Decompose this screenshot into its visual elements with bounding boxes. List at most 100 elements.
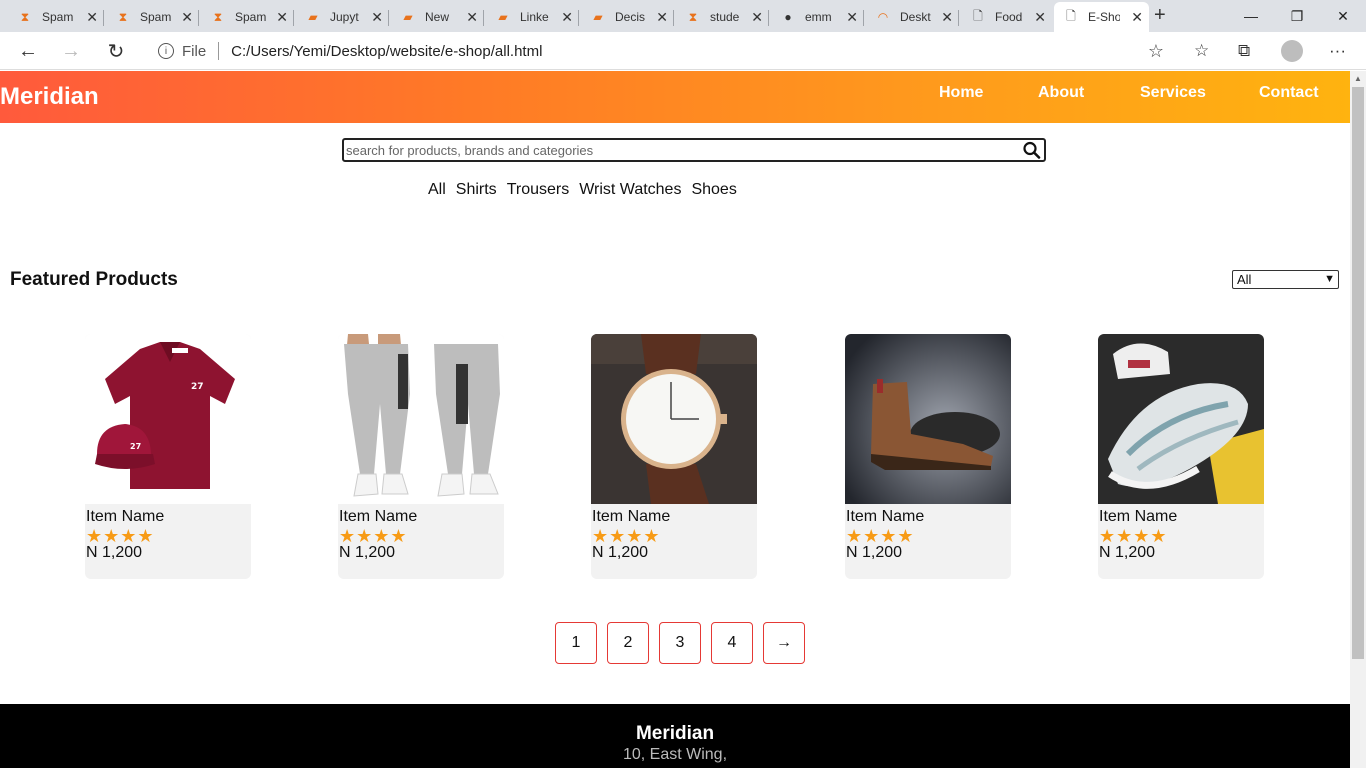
forward-icon[interactable]: → xyxy=(59,39,83,63)
product-card[interactable]: Item Name ★★★★ N 1,200 xyxy=(338,334,504,579)
browser-tab[interactable]: ⧗ Spam ✕ xyxy=(199,2,294,32)
product-price: N 1,200 xyxy=(86,544,143,561)
search-input[interactable]: search for products, brands and categori… xyxy=(342,138,1046,162)
browser-tab[interactable]: ⧗ Spam ✕ xyxy=(0,2,104,32)
refresh-icon[interactable]: ↻ xyxy=(104,39,128,63)
window-close-icon[interactable]: ✕ xyxy=(1320,0,1366,32)
address-bar-row: ← → ↻ i File C:/Users/Yemi/Desktop/websi… xyxy=(0,32,1366,70)
product-name[interactable]: Item Name xyxy=(592,508,670,526)
next-page-button[interactable]: → xyxy=(763,622,805,664)
browser-tab[interactable]: ▰ Linke ✕ xyxy=(484,2,579,32)
product-image-chelsea-boot[interactable] xyxy=(845,334,1011,504)
close-tab-icon[interactable]: ✕ xyxy=(656,9,668,26)
nav-about[interactable]: About xyxy=(1038,84,1084,102)
browser-tab[interactable]: ◠ Deskt ✕ xyxy=(864,2,959,32)
product-card[interactable]: Item Name ★★★★ N 1,200 xyxy=(591,334,757,579)
product-name[interactable]: Item Name xyxy=(86,508,164,526)
more-menu-icon[interactable]: ··· xyxy=(1329,41,1346,61)
browser-tab-bar: ⧗ Spam ✕ ⧗ Spam ✕ ⧗ Spam ✕ ▰ Jupyt ✕ ▰ N… xyxy=(0,0,1366,32)
minimize-icon[interactable]: — xyxy=(1228,0,1274,32)
product-price: N 1,200 xyxy=(846,544,903,561)
search-icon[interactable] xyxy=(1022,141,1042,159)
product-price: N 1,200 xyxy=(1099,544,1156,561)
maximize-icon[interactable]: ❐ xyxy=(1274,0,1320,32)
page-icon: 🗋 xyxy=(973,8,983,23)
nav-services[interactable]: Services xyxy=(1140,84,1206,102)
page-1-button[interactable]: 1 xyxy=(555,622,597,664)
close-tab-icon[interactable]: ✕ xyxy=(1131,9,1143,26)
category-shoes[interactable]: Shoes xyxy=(691,181,736,199)
close-tab-icon[interactable]: ✕ xyxy=(371,9,383,26)
page-viewport: Meridian Home About Services Contact sea… xyxy=(0,71,1350,768)
favorites-icon[interactable]: ☆ xyxy=(1194,41,1209,61)
page-4-button[interactable]: 4 xyxy=(711,622,753,664)
browser-tab[interactable]: ⧗ stude ✕ xyxy=(674,2,769,32)
close-tab-icon[interactable]: ✕ xyxy=(181,9,193,26)
info-icon[interactable]: i xyxy=(158,43,174,59)
hourglass-icon: ⧗ xyxy=(20,9,30,24)
new-tab-icon[interactable]: + xyxy=(1154,4,1166,27)
footer-address: 10, East Wing, xyxy=(622,746,728,763)
browser-tab[interactable]: ⧗ Spam ✕ xyxy=(104,2,199,32)
close-tab-icon[interactable]: ✕ xyxy=(941,9,953,26)
product-card[interactable]: 27 27 Item Name ★★★★ N 1,200 xyxy=(85,334,251,579)
book-icon: ▰ xyxy=(308,10,318,24)
url-text[interactable]: C:/Users/Yemi/Desktop/website/e-shop/all… xyxy=(231,43,542,60)
close-tab-icon[interactable]: ✕ xyxy=(751,9,763,26)
product-image-red-polo[interactable]: 27 27 xyxy=(85,334,251,504)
divider xyxy=(218,42,220,60)
product-name[interactable]: Item Name xyxy=(1099,508,1177,526)
category-shirts[interactable]: Shirts xyxy=(456,181,497,199)
product-card[interactable]: Item Name ★★★★ N 1,200 xyxy=(845,334,1011,579)
nav-contact[interactable]: Contact xyxy=(1259,84,1319,102)
collections-icon[interactable]: ⧉ xyxy=(1238,41,1250,61)
category-all[interactable]: All xyxy=(428,181,446,199)
svg-text:27: 27 xyxy=(191,382,204,392)
hourglass-icon: ⧗ xyxy=(118,9,128,24)
close-tab-icon[interactable]: ✕ xyxy=(561,9,573,26)
search-placeholder: search for products, brands and categori… xyxy=(346,143,594,158)
category-trousers[interactable]: Trousers xyxy=(507,181,570,199)
browser-tab[interactable]: ▰ Jupyt ✕ xyxy=(294,2,389,32)
category-filter-select[interactable]: All ▼ xyxy=(1232,270,1339,289)
page-scrollbar[interactable]: ▲ xyxy=(1350,71,1366,768)
address-field[interactable]: i File C:/Users/Yemi/Desktop/website/e-s… xyxy=(144,36,1174,66)
back-icon[interactable]: ← xyxy=(16,39,40,63)
close-tab-icon[interactable]: ✕ xyxy=(846,9,858,26)
filter-selected-value: All xyxy=(1237,272,1252,287)
close-tab-icon[interactable]: ✕ xyxy=(1034,9,1046,26)
browser-tab-active[interactable]: 🗋 E-Sho ✕ xyxy=(1054,2,1149,32)
product-name[interactable]: Item Name xyxy=(339,508,417,526)
site-logo[interactable]: Meridian xyxy=(0,83,99,111)
product-image-grey-joggers[interactable] xyxy=(338,334,504,504)
browser-tab[interactable]: ● emm ✕ xyxy=(769,2,864,32)
product-name[interactable]: Item Name xyxy=(846,508,924,526)
book-icon: ▰ xyxy=(403,10,413,24)
hourglass-icon: ⧗ xyxy=(688,9,698,24)
category-wrist-watches[interactable]: Wrist Watches xyxy=(579,181,681,199)
product-card[interactable]: Item Name ★★★★ N 1,200 xyxy=(1098,334,1264,579)
page-2-button[interactable]: 2 xyxy=(607,622,649,664)
page-icon: 🗋 xyxy=(1066,8,1076,23)
close-tab-icon[interactable]: ✕ xyxy=(466,9,478,26)
footer-brand: Meridian xyxy=(635,723,715,744)
profile-avatar[interactable] xyxy=(1281,40,1303,62)
browser-tab[interactable]: ▰ New ✕ xyxy=(389,2,484,32)
nav-home[interactable]: Home xyxy=(939,84,983,102)
close-tab-icon[interactable]: ✕ xyxy=(276,9,288,26)
scrollbar-thumb[interactable] xyxy=(1352,87,1364,659)
browser-tab[interactable]: 🗋 Food ✕ xyxy=(959,2,1052,32)
loading-icon: ◠ xyxy=(877,10,889,24)
browser-tab[interactable]: ▰ Decis ✕ xyxy=(579,2,674,32)
scroll-up-icon[interactable]: ▲ xyxy=(1354,74,1362,83)
star-icon[interactable]: ☆ xyxy=(1148,41,1164,62)
file-scheme-label: File xyxy=(182,42,207,60)
product-image-white-sneaker[interactable] xyxy=(1098,334,1264,504)
hourglass-icon: ⧗ xyxy=(213,9,223,24)
site-footer: Meridian 10, East Wing, xyxy=(0,704,1350,768)
close-tab-icon[interactable]: ✕ xyxy=(86,9,98,26)
page-3-button[interactable]: 3 xyxy=(659,622,701,664)
product-image-wrist-watch[interactable] xyxy=(591,334,757,504)
chevron-down-icon: ▼ xyxy=(1324,273,1335,285)
book-icon: ▰ xyxy=(593,10,603,24)
